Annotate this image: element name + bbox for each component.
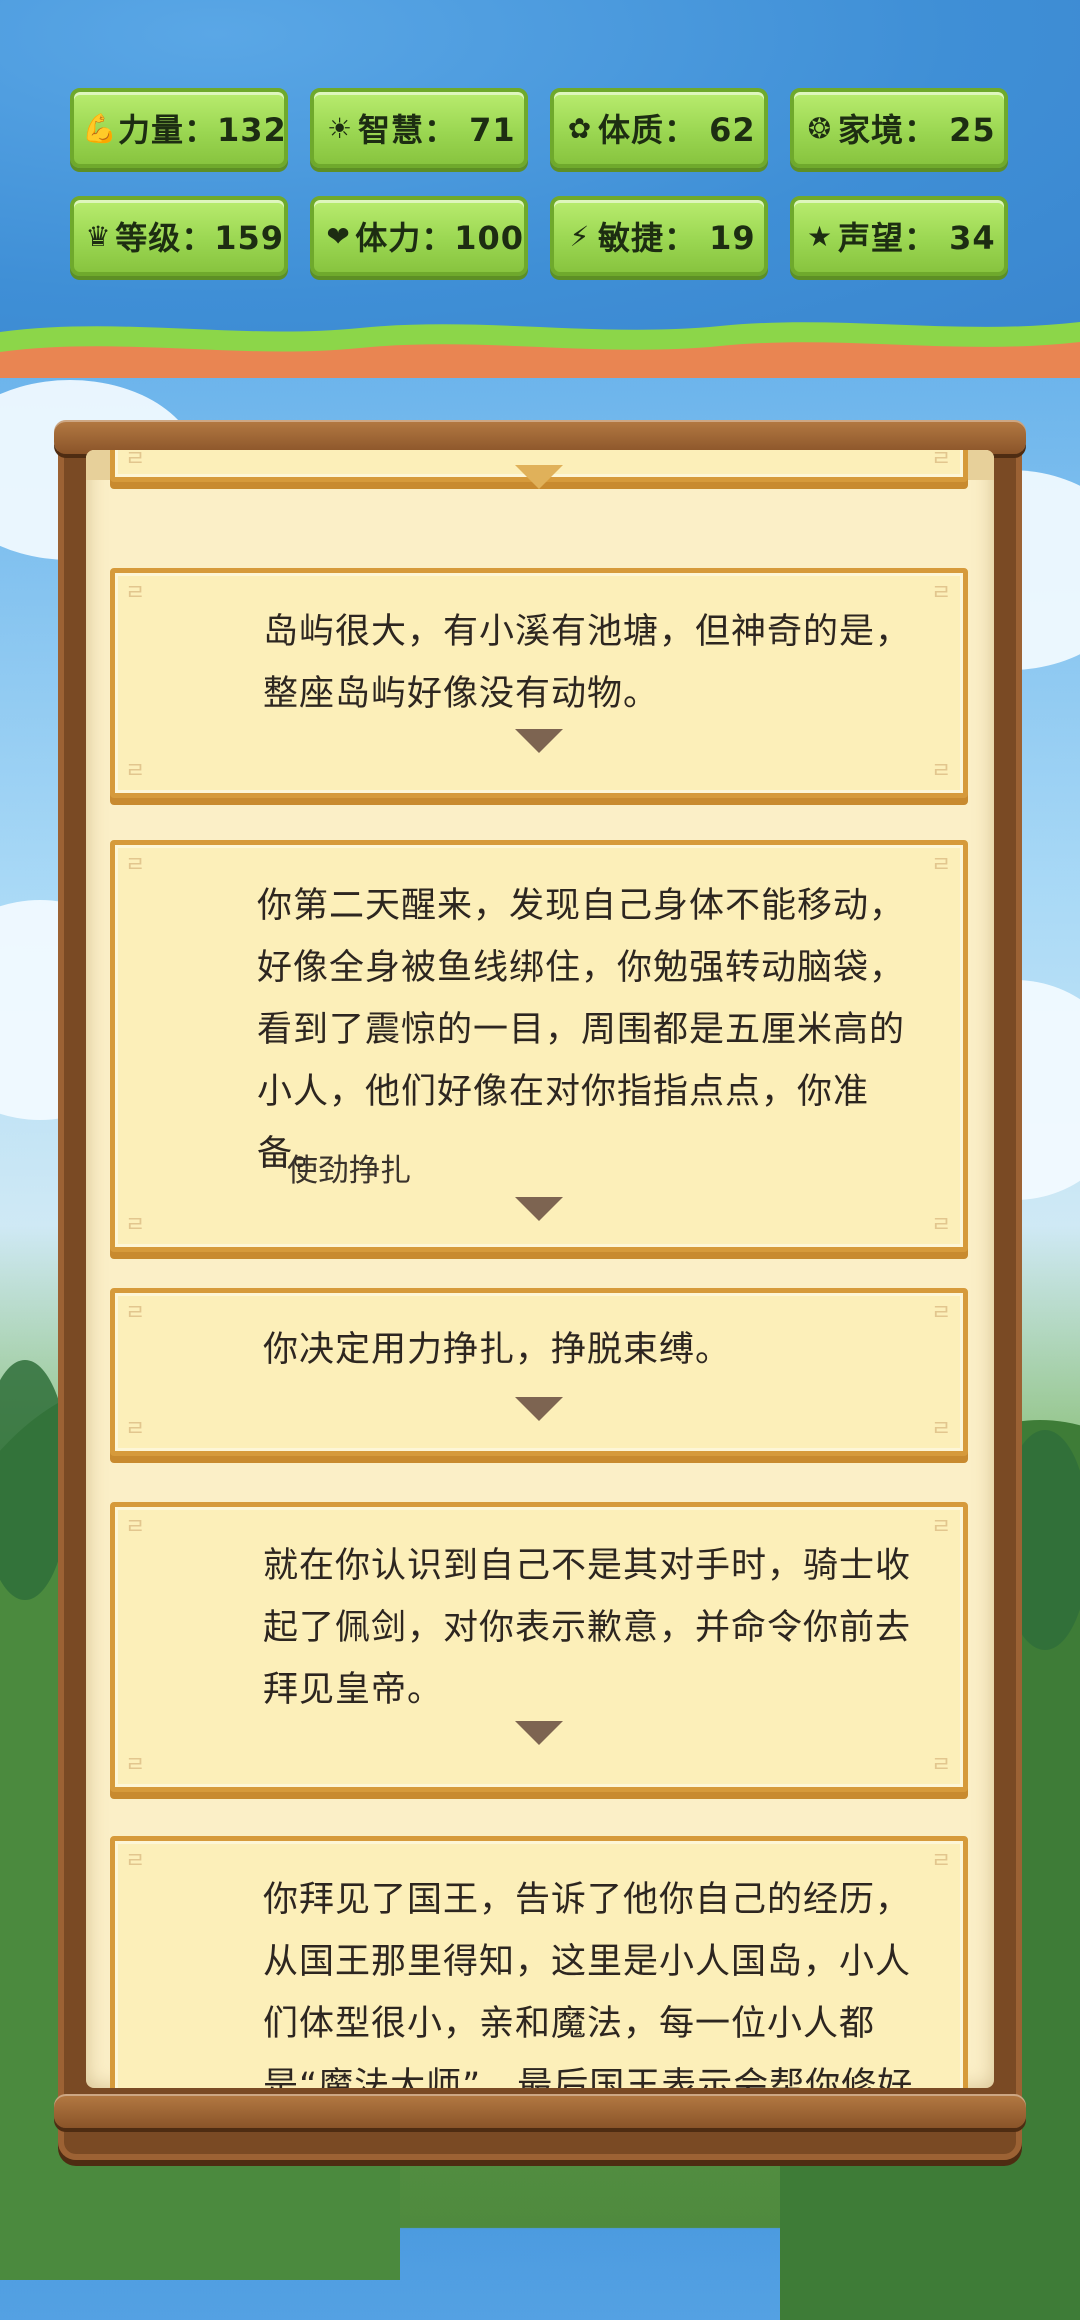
stat-constitution: ✿ 体质： 62	[550, 88, 768, 168]
corner-ornament-icon: ㄹ	[125, 853, 146, 878]
agility-icon: ⚡	[569, 219, 591, 253]
corner-ornament-icon: ㄹ	[931, 853, 952, 878]
corner-ornament-icon: ㄹ	[931, 759, 952, 784]
story-card: ㄹ ㄹ 你拜见了国王，告诉了他你自己的经历，从国王那里得知，这里是小人国岛，小人…	[110, 1836, 968, 2088]
scroll-top-rod	[54, 420, 1026, 454]
continue-arrow-icon[interactable]	[515, 1397, 563, 1421]
story-text: 你第二天醒来，发现自己身体不能移动，好像全身被鱼线绑住，你勉强转动脑袋，看到了震…	[257, 886, 906, 1174]
constitution-icon: ✿	[567, 111, 593, 145]
story-card: ㄹ ㄹ ㄹ ㄹ 就在你认识到自己不是其对手时，骑士收起了佩剑，对你表示歉意，并命…	[110, 1502, 968, 1792]
corner-ornament-icon: ㄹ	[931, 581, 952, 606]
story-card: ㄹ ㄹ ㄹ ㄹ 你决定用力挣扎，挣脱束缚。	[110, 1288, 968, 1456]
stat-agility: ⚡ 敏捷： 19	[550, 196, 768, 276]
corner-ornament-icon: ㄹ	[125, 1417, 146, 1442]
corner-ornament-icon: ㄹ	[931, 1515, 952, 1540]
fame-icon: ★	[806, 219, 834, 253]
stat-level: ♛ 等级：159	[70, 196, 288, 276]
stat-stamina: ❤ 体力：100	[310, 196, 528, 276]
corner-ornament-icon: ㄹ	[931, 1301, 952, 1326]
strength-icon: 💪	[82, 111, 118, 145]
continue-arrow-icon[interactable]	[515, 1721, 563, 1745]
story-text: 就在你认识到自己不是其对手时，骑士收起了佩剑，对你表示歉意，并命令你前去拜见皇帝…	[263, 1546, 912, 1710]
story-text: 岛屿很大，有小溪有池塘，但神奇的是，整座岛屿好像没有动物。	[263, 612, 912, 714]
corner-ornament-icon: ㄹ	[125, 759, 146, 784]
story-card-previous: ㄹ ㄹ	[110, 450, 968, 489]
scroll-bottom-rod	[54, 2094, 1026, 2128]
corner-ornament-icon: ㄹ	[125, 1301, 146, 1326]
corner-ornament-icon: ㄹ	[931, 450, 952, 472]
selected-choice: 使劲挣扎	[287, 1153, 411, 1189]
story-card: ㄹ ㄹ ㄹ ㄹ 你第二天醒来，发现自己身体不能移动，好像全身被鱼线绑住，你勉强转…	[110, 840, 968, 1252]
stat-strength: 💪 力量：132	[70, 88, 288, 168]
corner-ornament-icon: ㄹ	[125, 1213, 146, 1238]
stats-divider-wave	[0, 322, 1080, 378]
story-card: ㄹ ㄹ ㄹ ㄹ 岛屿很大，有小溪有池塘，但神奇的是，整座岛屿好像没有动物。	[110, 568, 968, 798]
card-notch	[515, 465, 563, 489]
continue-arrow-icon[interactable]	[515, 729, 563, 753]
corner-ornament-icon: ㄹ	[125, 1849, 146, 1874]
family-icon: ❂	[807, 111, 833, 145]
stats-panel: 💪 力量：132 ☀ 智慧： 71 ✿ 体质： 62 ❂ 家境： 25 ♛ 等级：159 …	[0, 0, 1080, 340]
corner-ornament-icon: ㄹ	[125, 450, 146, 472]
continue-arrow-icon[interactable]	[515, 1197, 563, 1221]
corner-ornament-icon: ㄹ	[125, 1515, 146, 1540]
corner-ornament-icon: ㄹ	[931, 1849, 952, 1874]
stat-fame: ★ 声望： 34	[790, 196, 1008, 276]
stat-wisdom: ☀ 智慧： 71	[310, 88, 528, 168]
corner-ornament-icon: ㄹ	[931, 1417, 952, 1442]
corner-ornament-icon: ㄹ	[125, 581, 146, 606]
level-icon: ♛	[85, 219, 112, 253]
story-log[interactable]: ㄹ ㄹ ㄹ ㄹ ㄹ ㄹ 岛屿很大，有小溪有池塘，但神奇的是，整座岛屿好像没有动物…	[86, 450, 994, 2088]
stat-family: ❂ 家境： 25	[790, 88, 1008, 168]
story-text: 你决定用力挣扎，挣脱束缚。	[263, 1330, 732, 1370]
corner-ornament-icon: ㄹ	[931, 1213, 952, 1238]
stamina-icon: ❤	[326, 219, 351, 253]
wisdom-icon: ☀	[326, 111, 354, 145]
corner-ornament-icon: ㄹ	[125, 1753, 146, 1778]
corner-ornament-icon: ㄹ	[931, 1753, 952, 1778]
story-text: 你拜见了国王，告诉了他你自己的经历，从国王那里得知，这里是小人国岛，小人们体型很…	[263, 1880, 914, 2088]
